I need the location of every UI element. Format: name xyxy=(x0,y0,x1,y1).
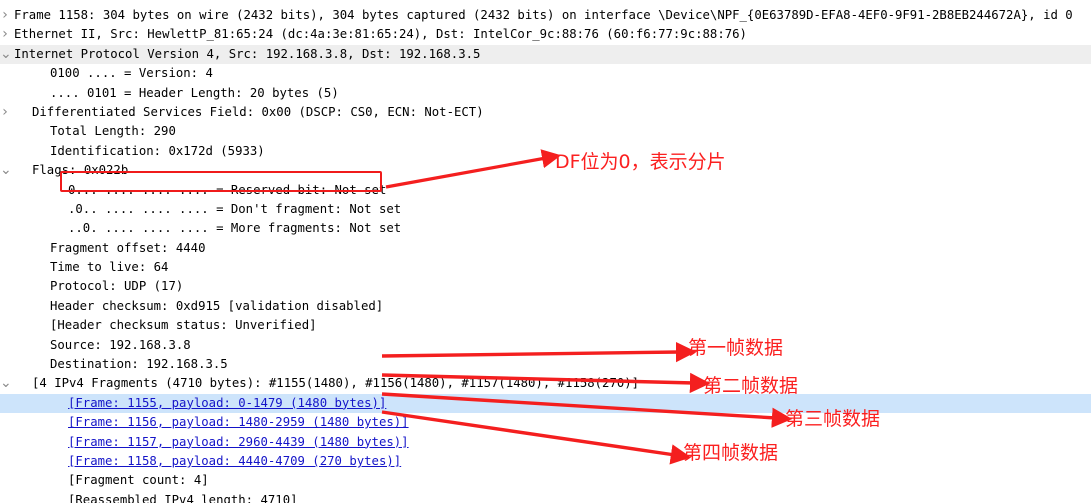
tree-row-version[interactable]: 0100 .... = Version: 4 xyxy=(0,64,1091,83)
tree-row-checksum-status[interactable]: [Header checksum status: Unverified] xyxy=(0,316,1091,335)
tree-row-protocol[interactable]: Protocol: UDP (17) xyxy=(0,277,1091,296)
tree-row-label: Time to live: 64 xyxy=(50,260,169,275)
tree-row-fragments-group[interactable]: ⌄ [4 IPv4 Fragments (4710 bytes): #1155(1… xyxy=(0,374,1091,393)
tree-row-ipv4[interactable]: ⌄ Internet Protocol Version 4, Src: 192.1… xyxy=(0,44,1091,65)
tree-row-reassembled-length[interactable]: [Reassembled IPv4 length: 4710] xyxy=(0,491,1091,503)
tree-row-frame[interactable]: › Frame 1158: 304 bytes on wire (2432 bit… xyxy=(0,6,1091,25)
tree-row-fragment-1156[interactable]: [Frame: 1156, payload: 1480-2959 (1480 b… xyxy=(0,413,1091,432)
tree-row-reserved-bit[interactable]: 0... .... .... .... = Reserved bit: Not … xyxy=(0,181,1091,200)
tree-row-destination[interactable]: Destination: 192.168.3.5 xyxy=(0,355,1091,374)
tree-row-label: Frame 1158: 304 bytes on wire (2432 bits… xyxy=(14,8,1073,22)
chevron-right-icon[interactable]: › xyxy=(0,103,10,122)
tree-row-label[interactable]: [Frame: 1158, payload: 4440-4709 (270 by… xyxy=(10,454,401,468)
chevron-right-icon[interactable]: › xyxy=(0,25,10,44)
tree-row-ethernet[interactable]: › Ethernet II, Src: HewlettP_81:65:24 (dc… xyxy=(0,25,1091,44)
tree-row-more-fragments[interactable]: ..0. .... .... .... = More fragments: No… xyxy=(0,219,1091,238)
tree-row-label: Destination: 192.168.3.5 xyxy=(50,357,228,372)
chevron-down-icon[interactable]: ⌄ xyxy=(0,45,12,64)
tree-row-label: ..0. .... .... .... = More fragments: No… xyxy=(68,221,402,236)
chevron-right-icon[interactable]: › xyxy=(0,6,10,25)
tree-row-label: .0.. .... .... .... = Don't fragment: No… xyxy=(68,201,402,216)
tree-row-fragment-1158[interactable]: [Frame: 1158, payload: 4440-4709 (270 by… xyxy=(0,452,1091,471)
tree-row-fragment-count[interactable]: [Fragment count: 4] xyxy=(0,471,1091,490)
tree-row-label: Flags: 0x022b xyxy=(32,163,129,178)
tree-row-label: 0100 .... = Version: 4 xyxy=(50,66,213,81)
wireshark-packet-details-pane: › Frame 1158: 304 bytes on wire (2432 bit… xyxy=(0,0,1091,503)
tree-row-label: Fragment offset: 4440 xyxy=(50,240,206,255)
tree-row-label[interactable]: [Frame: 1156, payload: 1480-2959 (1480 b… xyxy=(10,415,409,429)
tree-row-label: Header checksum: 0xd915 [validation disa… xyxy=(50,298,384,313)
tree-row-label: [4 IPv4 Fragments (4710 bytes): #1155(14… xyxy=(32,376,640,391)
chevron-down-icon[interactable]: ⌄ xyxy=(0,374,12,393)
tree-row-label: Source: 192.168.3.8 xyxy=(50,337,191,352)
tree-row-dsfield[interactable]: › Differentiated Services Field: 0x00 (DS… xyxy=(0,103,1091,122)
tree-row-flags[interactable]: ⌄ Flags: 0x022b xyxy=(0,161,1091,180)
tree-row-label: Protocol: UDP (17) xyxy=(50,279,184,294)
tree-row-label: [Reassembled IPv4 length: 4710] xyxy=(68,492,298,503)
tree-row-dont-fragment[interactable]: .0.. .... .... .... = Don't fragment: No… xyxy=(0,200,1091,219)
tree-row-header-length[interactable]: .... 0101 = Header Length: 20 bytes (5) xyxy=(0,84,1091,103)
tree-row-header-checksum[interactable]: Header checksum: 0xd915 [validation disa… xyxy=(0,297,1091,316)
tree-row-source[interactable]: Source: 192.168.3.8 xyxy=(0,336,1091,355)
chevron-down-icon[interactable]: ⌄ xyxy=(0,161,12,180)
tree-row-label: Identification: 0x172d (5933) xyxy=(50,143,265,158)
tree-row-label[interactable]: [Frame: 1155, payload: 0-1479 (1480 byte… xyxy=(10,396,386,410)
tree-row-label: 0... .... .... .... = Reserved bit: Not … xyxy=(68,182,387,197)
tree-row-total-length[interactable]: Total Length: 290 xyxy=(0,122,1091,141)
tree-row-fragment-1157[interactable]: [Frame: 1157, payload: 2960-4439 (1480 b… xyxy=(0,433,1091,452)
tree-row-fragment-1155[interactable]: [Frame: 1155, payload: 0-1479 (1480 byte… xyxy=(0,393,1091,414)
tree-row-label[interactable]: [Frame: 1157, payload: 2960-4439 (1480 b… xyxy=(10,435,409,449)
tree-row-label: Differentiated Services Field: 0x00 (DSC… xyxy=(32,104,484,119)
tree-row-time-to-live[interactable]: Time to live: 64 xyxy=(0,258,1091,277)
tree-row-label: [Fragment count: 4] xyxy=(68,473,209,488)
tree-row-label: Total Length: 290 xyxy=(50,124,176,139)
tree-row-label: [Header checksum status: Unverified] xyxy=(50,318,317,333)
tree-row-label: Internet Protocol Version 4, Src: 192.16… xyxy=(14,46,481,61)
tree-row-label: .... 0101 = Header Length: 20 bytes (5) xyxy=(50,85,339,100)
tree-row-fragment-offset[interactable]: Fragment offset: 4440 xyxy=(0,239,1091,258)
tree-row-identification[interactable]: Identification: 0x172d (5933) xyxy=(0,142,1091,161)
tree-row-label: Ethernet II, Src: HewlettP_81:65:24 (dc:… xyxy=(14,27,747,42)
packet-detail-tree[interactable]: › Frame 1158: 304 bytes on wire (2432 bit… xyxy=(0,0,1091,503)
